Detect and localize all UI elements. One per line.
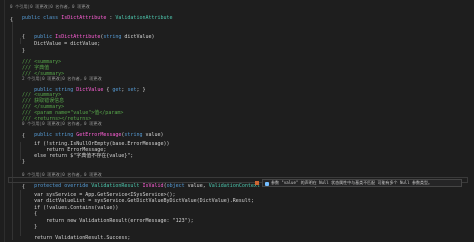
code-line: { xyxy=(10,17,14,23)
code-line: return ValidationResult.Success; xyxy=(10,235,131,241)
diagnostic-tooltip: 参数 "value" 的声明在 Null 状态属性中与基类不匹配 可能有多个 N… xyxy=(262,179,462,187)
code-line: return new ValidationResult(errorMessage… xyxy=(10,218,194,224)
code-line: public string DictValue { get; set; } xyxy=(34,87,146,93)
code-line: } xyxy=(10,224,38,230)
code-line: else return $"字典值不存在{value}"; xyxy=(10,153,134,159)
code-line: } xyxy=(10,48,26,54)
info-icon xyxy=(265,181,269,186)
code-line: var dictValueList = sysService.GetDictVa… xyxy=(10,198,254,204)
code-line: public string GetErrorMessage(string val… xyxy=(34,132,164,138)
code-line: public class IsDictAttribute : Validatio… xyxy=(22,15,173,21)
lightbulb-icon[interactable] xyxy=(255,181,259,185)
code-line: DictValue = dictValue; xyxy=(10,41,101,47)
code-line: { xyxy=(10,211,38,217)
code-line: public IsDictAttribute(string dictValue) xyxy=(34,34,155,40)
code-line: { xyxy=(10,184,26,190)
class-name: IsDictAttribute xyxy=(61,15,107,21)
editor-gutter xyxy=(0,0,5,242)
code-line: { xyxy=(10,34,26,40)
code-line: } xyxy=(10,159,26,165)
code-editor[interactable]: 0 个引用|0 项更改|0 名作者，0 项更改 public class IsD… xyxy=(0,0,474,242)
tooltip-text: 参数 "value" 的声明在 Null 状态属性中与基类不匹配 可能有多个 N… xyxy=(271,180,432,185)
code-line: { xyxy=(10,133,26,139)
